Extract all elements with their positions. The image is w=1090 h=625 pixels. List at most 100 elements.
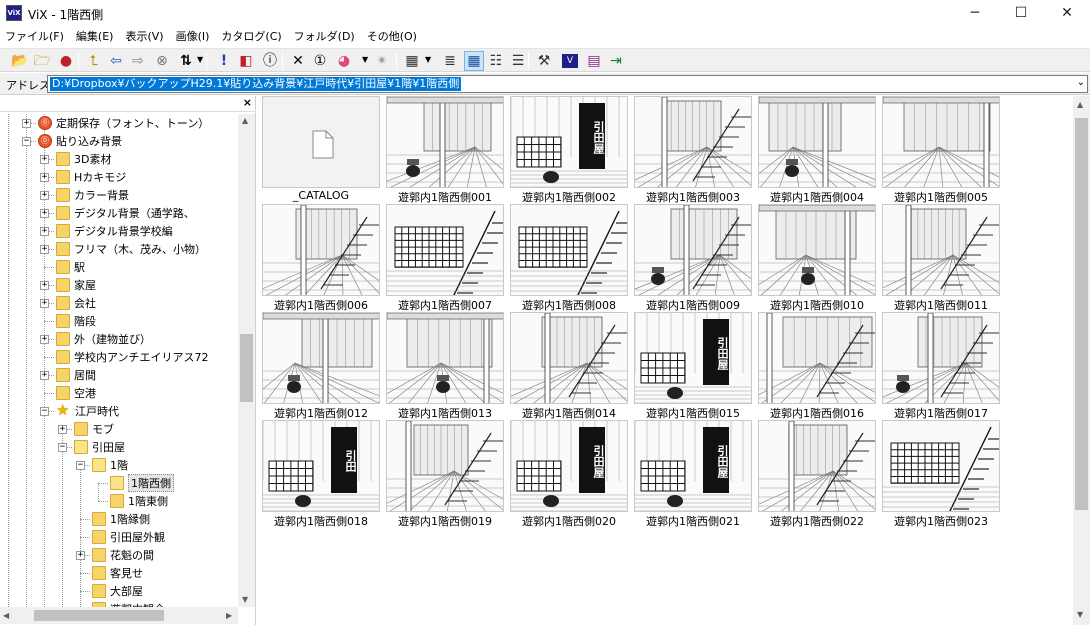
forward-arrow-button[interactable]: ⇨ xyxy=(128,51,148,71)
tree-node[interactable]: ⓪ 貼り込み背景 xyxy=(38,132,122,150)
expand-icon[interactable]: + xyxy=(40,371,49,380)
slideshow-button[interactable]: ✴ xyxy=(372,51,392,71)
tree-node[interactable]: 1階西側 xyxy=(110,474,174,492)
tree-node[interactable]: 階段 xyxy=(56,312,96,330)
image-thumbnail[interactable]: 遊郭内1階西側014 xyxy=(508,312,630,420)
view-mode-button[interactable]: ▦ xyxy=(402,51,422,71)
tree-node[interactable]: 外（建物並び） xyxy=(56,330,151,348)
tree-node[interactable]: デジタル背景学校編 xyxy=(56,222,173,240)
collapse-icon[interactable]: − xyxy=(22,137,31,146)
image-thumbnail[interactable]: 遊郭内1階西側003 xyxy=(632,96,754,204)
image-thumbnail[interactable]: 遊郭内1階西側005 xyxy=(880,96,1002,204)
exit-button[interactable]: ⇥ xyxy=(606,51,626,71)
tree-node[interactable]: カラー背景 xyxy=(56,186,129,204)
sort-button[interactable]: ⇅ xyxy=(176,51,196,71)
close-button[interactable]: ✕ xyxy=(1044,0,1090,26)
collapse-icon[interactable]: − xyxy=(58,443,67,452)
expand-icon[interactable]: + xyxy=(40,281,49,290)
image-thumbnail[interactable]: 遊郭内1階西側001 xyxy=(384,96,506,204)
image-thumbnail[interactable]: 遊郭内1階西側022 xyxy=(756,420,878,528)
tree-node[interactable]: 花魁の間 xyxy=(92,546,154,564)
tree-close-icon[interactable]: × xyxy=(243,96,252,109)
tree-node[interactable]: 客見せ xyxy=(92,564,143,582)
expand-icon[interactable]: + xyxy=(22,119,31,128)
tree-vertical-scrollbar[interactable]: ▲ ▼ xyxy=(238,114,255,607)
properties-button[interactable]: ① xyxy=(310,51,330,71)
up-folder-button[interactable]: ⮤ xyxy=(84,51,104,71)
image-thumbnail[interactable]: 引田屋 遊郭内1階西側002 xyxy=(508,96,630,204)
scroll-left-icon[interactable]: ◀ xyxy=(3,611,9,620)
tree-node[interactable]: 空港 xyxy=(56,384,96,402)
menu-edit[interactable]: 編集(E) xyxy=(71,27,121,47)
sort-dropdown-icon[interactable]: ▼ xyxy=(197,55,203,64)
image-thumbnail[interactable]: 引田屋 遊郭内1階西側021 xyxy=(632,420,754,528)
scroll-right-icon[interactable]: ▶ xyxy=(226,611,232,620)
tree-node[interactable]: 学校内アンチエイリアス72 xyxy=(56,348,209,366)
scroll-up-icon[interactable]: ▲ xyxy=(1077,100,1083,109)
catalog-book-button[interactable]: ▤ xyxy=(584,51,604,71)
catalog-file-thumbnail[interactable]: _CATALOG xyxy=(260,96,382,203)
tree-node[interactable]: Hカキモジ xyxy=(56,168,126,186)
menu-view[interactable]: 表示(V) xyxy=(120,27,170,47)
vix-app-icon[interactable]: ViX xyxy=(6,5,22,21)
image-thumbnail[interactable]: 遊郭内1階西側009 xyxy=(632,204,754,312)
small-buttons-view-icon[interactable]: ☷ xyxy=(486,51,506,71)
color-button[interactable]: ◕ xyxy=(334,51,354,71)
tree-node[interactable]: 会社 xyxy=(56,294,96,312)
maximize-button[interactable]: ☐ xyxy=(998,0,1044,26)
info-button[interactable]: ⓘ xyxy=(260,51,280,71)
expand-icon[interactable]: + xyxy=(40,227,49,236)
image-thumbnail[interactable]: 遊郭内1階西側013 xyxy=(384,312,506,420)
minimize-button[interactable]: ─ xyxy=(952,0,998,26)
tree-node[interactable]: 引田屋 xyxy=(74,438,125,456)
large-buttons-view-icon[interactable]: ▦ xyxy=(464,51,484,71)
address-input[interactable]: D:¥Dropbox¥バックアップH29.1¥貼り込み背景¥江戸時代¥引田屋¥1… xyxy=(47,75,1088,93)
view-mode-dropdown-icon[interactable]: ▼ xyxy=(425,55,431,64)
grid-vertical-scroll-thumb[interactable] xyxy=(1075,118,1088,510)
menu-other[interactable]: その他(O) xyxy=(362,27,424,47)
tree-node[interactable]: 1階 xyxy=(92,456,128,474)
tree-node[interactable]: 家屋 xyxy=(56,276,96,294)
expand-icon[interactable]: + xyxy=(40,191,49,200)
image-thumbnail[interactable]: 遊郭内1階西側007 xyxy=(384,204,506,312)
details-view-button[interactable]: ☰ xyxy=(508,51,528,71)
collapse-icon[interactable]: − xyxy=(40,407,49,416)
chevron-down-icon[interactable]: ⌄ xyxy=(1077,77,1085,88)
image-thumbnail[interactable]: 遊郭内1階西側023 xyxy=(880,420,1002,528)
bookmark-button[interactable]: ● xyxy=(56,51,76,71)
delete-button[interactable]: ✕ xyxy=(288,51,308,71)
scroll-down-icon[interactable]: ▼ xyxy=(242,595,248,604)
image-thumbnail[interactable]: 遊郭内1階西側017 xyxy=(880,312,1002,420)
tree-node[interactable]: 遊郭内観全 xyxy=(92,600,165,607)
grid-vertical-scrollbar[interactable]: ▲ ▼ xyxy=(1073,96,1090,625)
image-thumbnail[interactable]: 遊郭内1階西側010 xyxy=(756,204,878,312)
tree-node[interactable]: 1階縁側 xyxy=(92,510,150,528)
tools-button[interactable]: ⚒ xyxy=(534,51,554,71)
expand-icon[interactable]: + xyxy=(40,335,49,344)
tree-horizontal-scrollbar[interactable]: ◀ ▶ xyxy=(0,607,238,624)
expand-icon[interactable]: + xyxy=(40,209,49,218)
tree-node[interactable]: ⓪ 定期保存（フォント、トーン） xyxy=(38,114,209,132)
menu-image[interactable]: 画像(I) xyxy=(171,27,217,47)
tree-node[interactable]: ★ 江戸時代 xyxy=(56,402,119,420)
image-thumbnail[interactable]: 引田屋 遊郭内1階西側015 xyxy=(632,312,754,420)
tree-node[interactable]: 大部屋 xyxy=(92,582,143,600)
tree-node[interactable]: 駅 xyxy=(56,258,85,276)
tree-node[interactable]: モブ xyxy=(74,420,114,438)
color-dropdown-icon[interactable]: ▼ xyxy=(362,55,368,64)
tree-node[interactable]: 引田屋外観 xyxy=(92,528,165,546)
menu-catalog[interactable]: カタログ(C) xyxy=(216,27,288,47)
image-thumbnail[interactable]: 遊郭内1階西側011 xyxy=(880,204,1002,312)
tree-node[interactable]: デジタル背景（通学路、 xyxy=(56,204,195,222)
scroll-down-icon[interactable]: ▼ xyxy=(1077,610,1083,619)
back-arrow-button[interactable]: ⇦ xyxy=(106,51,126,71)
expand-icon[interactable]: + xyxy=(58,425,67,434)
expand-icon[interactable]: + xyxy=(40,299,49,308)
tree-node[interactable]: 3D素材 xyxy=(56,150,111,168)
menu-file[interactable]: ファイル(F) xyxy=(0,27,71,47)
tree-vertical-scroll-thumb[interactable] xyxy=(240,334,253,402)
list-view-button[interactable]: ≣ xyxy=(440,51,460,71)
image-thumbnail[interactable]: 遊郭内1階西側016 xyxy=(756,312,878,420)
image-thumbnail[interactable]: 遊郭内1階西側008 xyxy=(508,204,630,312)
expand-icon[interactable]: + xyxy=(40,173,49,182)
